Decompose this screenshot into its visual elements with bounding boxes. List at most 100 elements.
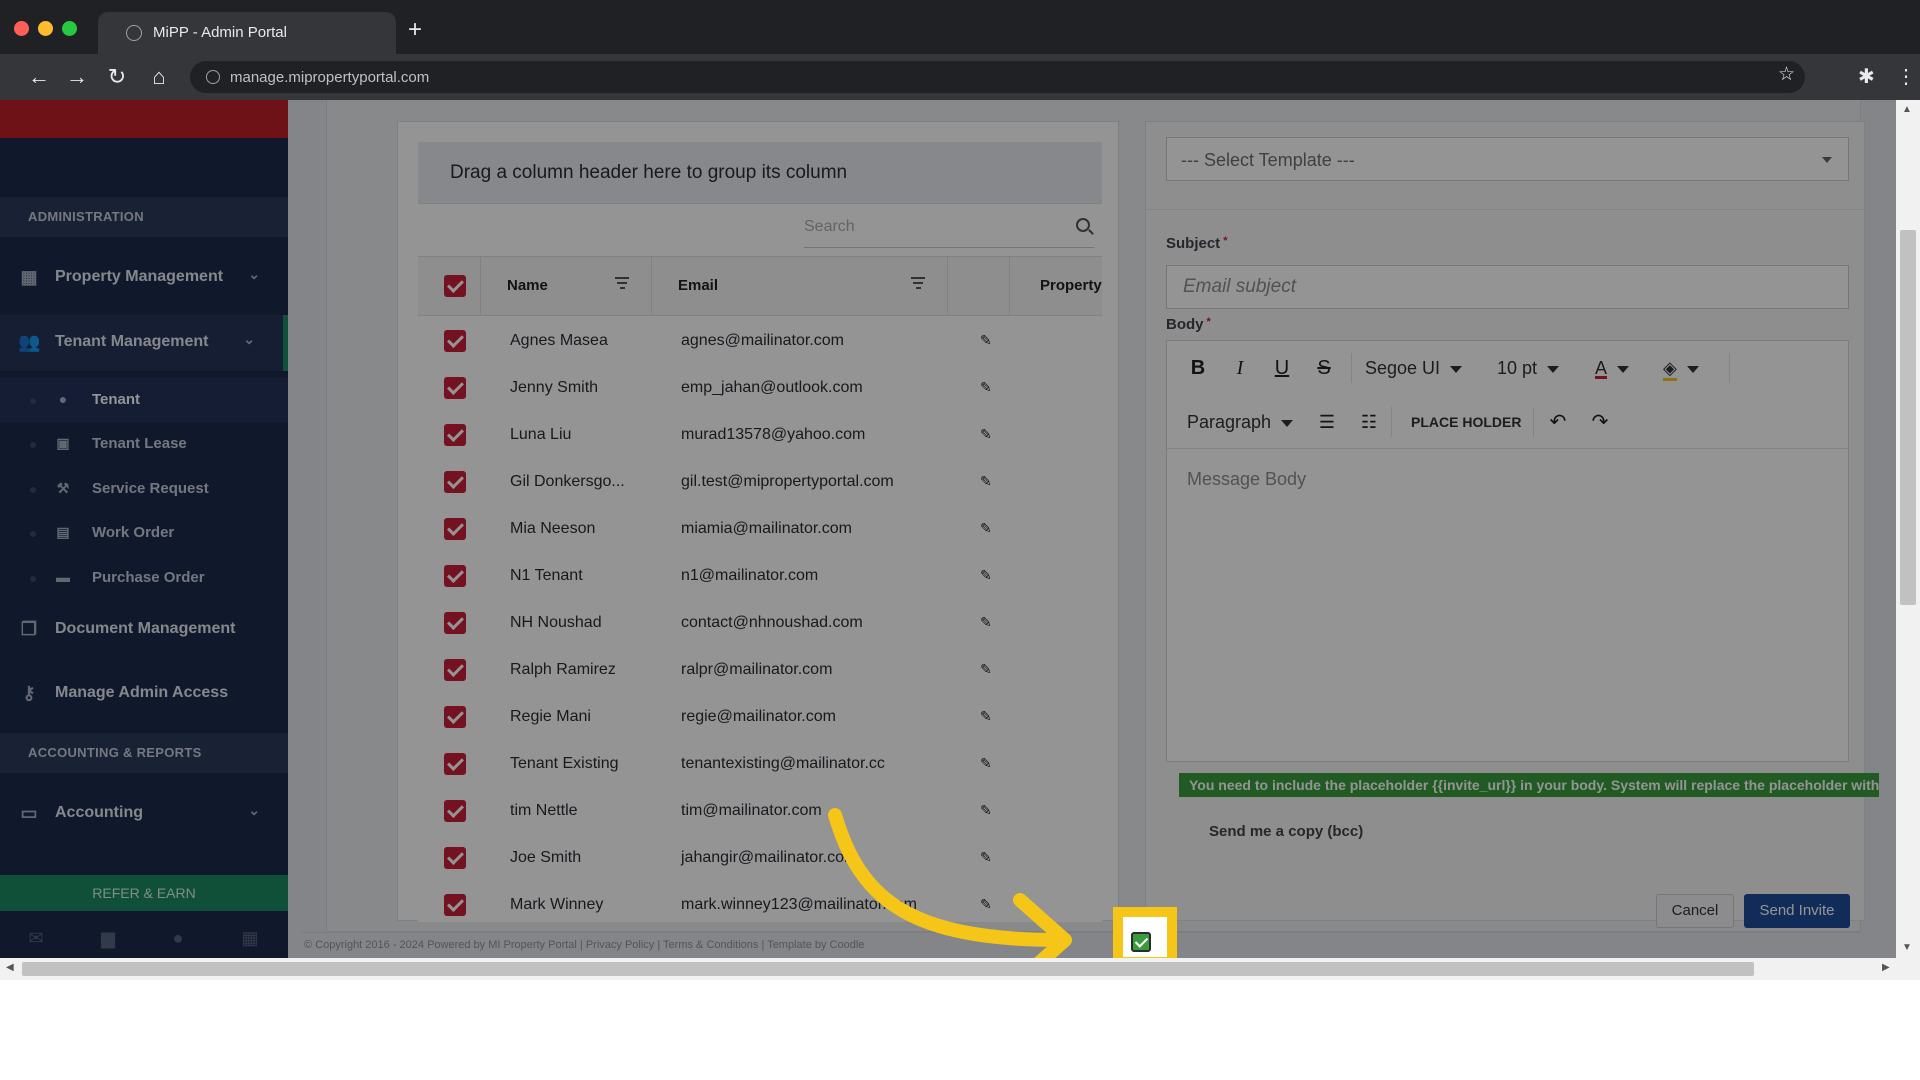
bcc-checkbox[interactable] [1131,932,1151,952]
message-body-placeholder[interactable]: Message Body [1187,469,1306,490]
cancel-button[interactable]: Cancel [1656,894,1734,928]
subject-input[interactable] [1166,265,1849,309]
edit-pencil-icon[interactable]: ✎ [980,520,992,537]
redo-icon[interactable]: ↷ [1587,407,1613,437]
grid-search-input[interactable] [804,214,1054,240]
row-checkbox[interactable] [444,753,466,775]
browser-tab[interactable]: MiPP - Admin Portal [98,12,396,54]
highlight-color-dropdown[interactable]: ◈ [1663,353,1699,383]
horizontal-scroll-thumb[interactable] [22,962,1754,976]
horizontal-scrollbar[interactable]: ◀ ▶ [0,958,1920,980]
row-checkbox[interactable] [444,424,466,446]
scroll-down-icon[interactable]: ▼ [1902,942,1912,953]
refer-earn-button[interactable]: REFER & EARN [0,875,288,911]
column-header-email[interactable]: Email [652,257,948,315]
paragraph-dropdown[interactable]: Paragraph [1187,407,1294,437]
new-tab-button[interactable]: + [408,18,422,42]
chevron-down-icon [1547,365,1560,373]
close-window-button[interactable] [14,21,29,36]
filter-icon[interactable] [615,277,629,289]
numbered-list-icon[interactable]: ☷ [1357,407,1381,437]
template-select[interactable]: --- Select Template --- [1166,137,1849,181]
row-checkbox[interactable] [444,847,466,869]
site-info-icon[interactable] [206,70,220,84]
row-checkbox[interactable] [444,800,466,822]
table-row[interactable]: Mia Neeson miamia@mailinator.com ✎ [418,506,1102,553]
row-checkbox[interactable] [444,518,466,540]
edit-pencil-icon[interactable]: ✎ [980,426,992,443]
reload-icon[interactable]: ↻ [104,64,130,90]
bookmark-star-icon[interactable]: ☆ [1778,63,1795,86]
font-color-dropdown[interactable]: A [1595,353,1630,383]
table-row[interactable]: Agnes Masea agnes@mailinator.com ✎ [418,318,1102,365]
tab-strip: MiPP - Admin Portal + [0,0,1920,54]
edit-pencil-icon[interactable]: ✎ [980,379,992,396]
group-drop-area[interactable]: Drag a column header here to group its c… [418,142,1102,204]
bulleted-list-icon[interactable]: ☰ [1315,407,1339,437]
row-checkbox[interactable] [444,612,466,634]
user-profile-icon[interactable]: ● [166,928,190,948]
filter-icon[interactable] [911,277,925,289]
sidebar-subitem-work-order[interactable]: ▤ Work Order [0,511,288,555]
row-checkbox[interactable] [444,471,466,493]
back-arrow-icon[interactable]: ← [26,64,52,90]
forward-arrow-icon[interactable]: → [64,64,90,90]
select-all-checkbox[interactable] [444,275,466,297]
sidebar-subitem-service-request[interactable]: ⚒ Service Request [0,467,288,511]
scroll-left-icon[interactable]: ◀ [6,962,14,973]
undo-icon[interactable]: ↶ [1545,407,1571,437]
sidebar-item-document-management[interactable]: ❐ Document Management [0,602,288,658]
column-header-property[interactable]: Property [1010,257,1102,315]
table-row[interactable]: Jenny Smith emp_jahan@outlook.com ✎ [418,365,1102,412]
italic-icon[interactable]: I [1227,353,1253,383]
briefcase-icon[interactable]: ▆ [96,928,120,948]
vertical-scrollbar[interactable]: ▲ ▼ [1896,100,1920,958]
scroll-up-icon[interactable]: ▲ [1902,104,1912,115]
mail-icon[interactable]: ✉ [24,928,48,948]
edit-pencil-icon[interactable]: ✎ [980,614,992,631]
extensions-icon[interactable]: ✱ [1858,64,1875,90]
send-invite-button[interactable]: Send Invite [1744,894,1850,928]
row-checkbox[interactable] [444,706,466,728]
table-row[interactable]: Ralph Ramirez ralpr@mailinator.com ✎ [418,647,1102,694]
edit-pencil-icon[interactable]: ✎ [980,567,992,584]
row-checkbox[interactable] [444,659,466,681]
row-checkbox[interactable] [444,377,466,399]
tab-title: MiPP - Admin Portal [153,24,287,41]
font-size-dropdown[interactable]: 10 pt [1497,353,1560,383]
sidebar-item-accounting[interactable]: ▭ Accounting ⌄ [0,786,288,842]
edit-pencil-icon[interactable]: ✎ [980,332,992,349]
sidebar-subitem-tenant[interactable]: ● Tenant [0,378,288,422]
minimize-window-button[interactable] [38,21,53,36]
browser-menu-icon[interactable]: ⋮ [1896,64,1916,90]
table-row[interactable]: NH Noushad contact@nhnoushad.com ✎ [418,600,1102,647]
sidebar-subitem-tenant-lease[interactable]: ▣ Tenant Lease [0,422,288,466]
sidebar-item-property-management[interactable]: ▦ Property Management ⌄ [0,250,288,306]
scroll-right-icon[interactable]: ▶ [1882,962,1890,973]
font-family-dropdown[interactable]: Segoe UI [1365,353,1463,383]
search-icon[interactable] [1076,218,1090,232]
column-header-name[interactable]: Name [481,257,652,315]
placeholder-button[interactable]: PLACE HOLDER [1411,407,1521,437]
row-checkbox[interactable] [444,565,466,587]
row-checkbox[interactable] [444,330,466,352]
sidebar-subitem-purchase-order[interactable]: ▬ Purchase Order [0,556,288,600]
bold-icon[interactable]: B [1185,353,1211,383]
table-row[interactable]: Gil Donkersgo... gil.test@mipropertyporta… [418,459,1102,506]
row-checkbox[interactable] [444,894,466,916]
table-row[interactable]: N1 Tenant n1@mailinator.com ✎ [418,553,1102,600]
maximize-window-button[interactable] [62,21,77,36]
vertical-scroll-thumb[interactable] [1900,230,1916,605]
bcc-label[interactable]: Send me a copy (bcc) [1209,823,1363,840]
edit-pencil-icon[interactable]: ✎ [980,473,992,490]
underline-icon[interactable]: U [1269,353,1295,383]
calculator-icon[interactable]: ▦ [238,928,262,948]
edit-pencil-icon[interactable]: ✎ [980,661,992,678]
sidebar-item-manage-admin-access[interactable]: ⚷ Manage Admin Access [0,666,288,722]
browser-toolbar: ← → ↻ ⌂ manage.mipropertyportal.com ☆ ✱ … [0,54,1920,100]
home-icon[interactable]: ⌂ [146,64,172,90]
strikethrough-icon[interactable]: S [1311,353,1337,383]
table-row[interactable]: Luna Liu murad13578@yahoo.com ✎ [418,412,1102,459]
address-bar[interactable]: manage.mipropertyportal.com ☆ [190,61,1805,93]
sidebar-item-tenant-management[interactable]: 👥 Tenant Management ⌄ [0,315,288,371]
